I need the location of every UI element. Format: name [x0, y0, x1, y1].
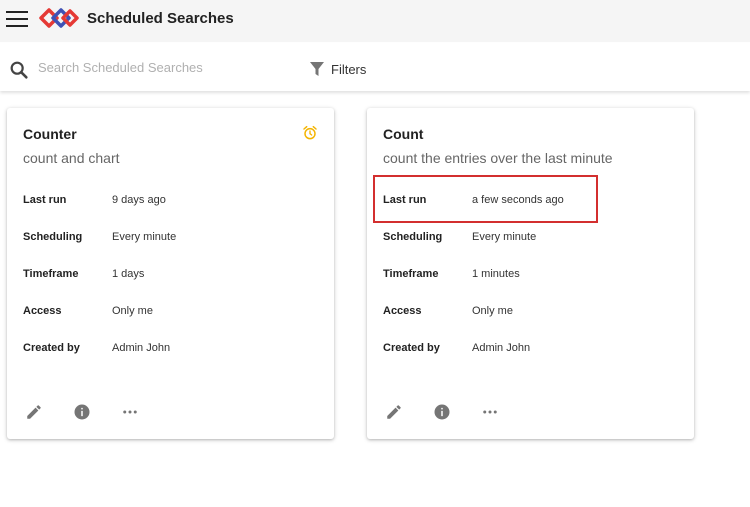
- field-label: Created by: [383, 342, 440, 354]
- edit-button[interactable]: [25, 403, 43, 421]
- search-bar: Filters: [0, 43, 750, 91]
- edit-icon: [387, 405, 401, 419]
- search-input[interactable]: [38, 57, 298, 77]
- field-value: Admin John: [112, 342, 171, 354]
- field-timeframe: Timeframe 1 minutes: [383, 268, 683, 284]
- more-button[interactable]: [481, 403, 499, 421]
- field-label: Created by: [23, 342, 80, 354]
- page-title: Scheduled Searches: [87, 10, 234, 27]
- more-button[interactable]: [121, 403, 139, 421]
- field-label: Access: [383, 305, 422, 317]
- info-icon: [434, 404, 450, 420]
- field-value: Only me: [472, 305, 513, 317]
- field-value: 1 days: [112, 268, 145, 280]
- scheduled-search-card: Counter count and chart Last run 9 days …: [7, 108, 334, 439]
- field-created-by: Created by Admin John: [383, 342, 683, 358]
- field-scheduling: Scheduling Every minute: [383, 231, 683, 247]
- edit-button[interactable]: [385, 403, 403, 421]
- edit-icon: [27, 405, 41, 419]
- filters-button[interactable]: Filters: [309, 59, 366, 79]
- card-actions: [25, 403, 165, 423]
- info-button[interactable]: [73, 403, 91, 421]
- field-scheduling: Scheduling Every minute: [23, 231, 323, 247]
- field-value: 9 days ago: [112, 194, 166, 206]
- card-title: Count: [383, 126, 424, 142]
- field-label: Scheduling: [23, 231, 83, 243]
- field-value: Every minute: [112, 231, 177, 243]
- field-value: Admin John: [472, 342, 531, 354]
- card-actions: [385, 403, 525, 423]
- field-label: Last run: [23, 194, 67, 206]
- alarm-icon[interactable]: [302, 125, 318, 141]
- card-title: Counter: [23, 126, 77, 142]
- info-button[interactable]: [433, 403, 451, 421]
- field-value: Only me: [112, 305, 153, 317]
- field-label: Timeframe: [383, 268, 439, 280]
- filter-icon: [310, 62, 324, 76]
- card-subtitle: count and chart: [23, 150, 120, 166]
- app-logo-icon: [39, 8, 79, 28]
- menu-icon[interactable]: [5, 9, 29, 29]
- info-icon: [74, 404, 90, 420]
- field-label: Timeframe: [23, 268, 79, 280]
- field-last-run: Last run a few seconds ago: [383, 194, 683, 210]
- app-bar: Scheduled Searches: [0, 0, 750, 42]
- more-horizontal-icon: [123, 410, 137, 414]
- more-horizontal-icon: [483, 410, 497, 414]
- search-icon[interactable]: [8, 59, 30, 81]
- scheduled-search-card: Count count the entries over the last mi…: [367, 108, 694, 439]
- field-value: Every minute: [472, 231, 537, 243]
- field-last-run: Last run 9 days ago: [23, 194, 323, 210]
- field-created-by: Created by Admin John: [23, 342, 323, 358]
- filters-label: Filters: [331, 61, 367, 77]
- field-access: Access Only me: [383, 305, 683, 321]
- field-label: Last run: [383, 194, 427, 206]
- field-access: Access Only me: [23, 305, 323, 321]
- field-value: a few seconds ago: [472, 194, 564, 206]
- field-label: Access: [23, 305, 62, 317]
- card-subtitle: count the entries over the last minute: [383, 150, 613, 166]
- field-label: Scheduling: [383, 231, 443, 243]
- field-value: 1 minutes: [472, 268, 520, 280]
- field-timeframe: Timeframe 1 days: [23, 268, 323, 284]
